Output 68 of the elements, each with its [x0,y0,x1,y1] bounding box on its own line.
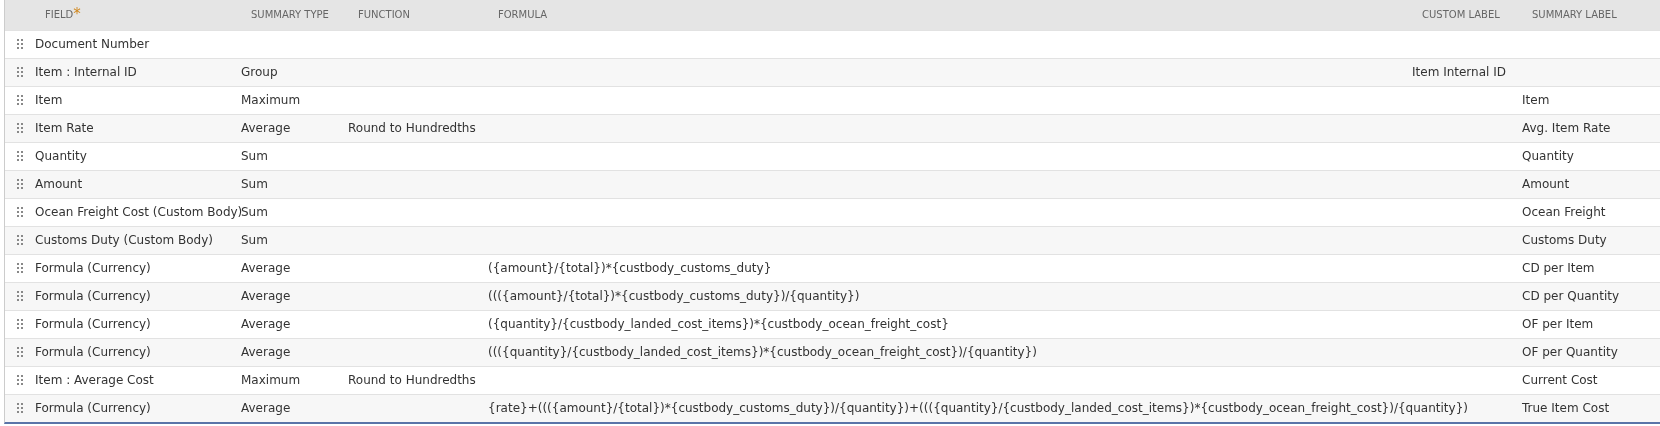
summary-label-cell: Avg. Item Rate [1522,121,1611,135]
summary-label-cell: OF per Quantity [1522,345,1618,359]
summary-label-cell: Amount [1522,177,1570,191]
summary-type-cell: Average [241,261,291,275]
drag-handle-icon[interactable] [17,179,23,189]
formula-cell: {rate}+((({amount}/{total})*{custbody_customs_duty})/{quantity})+((({quantity}/{custbody_landed_cost_items})*{custbody_ocean_freight_cost})/{quantity}) [488,401,1468,416]
field-cell: Quantity [35,149,87,163]
drag-handle-icon[interactable] [17,375,23,385]
summary-label-cell: Item [1522,93,1550,107]
drag-handle-icon[interactable] [17,319,23,329]
summary-type-cell: Maximum [241,93,301,107]
summary-type-cell: Average [241,401,291,416]
formula-cell: ((({amount}/{total})*{custbody_customs_duty})/{quantity}) [488,289,860,303]
summary-label-cell: True Item Cost [1522,401,1610,416]
drag-handle-icon[interactable] [17,95,23,105]
drag-handle-icon[interactable] [17,39,23,49]
summary-label-cell: Quantity [1522,149,1574,163]
field-cell: Customs Duty (Custom Body) [35,233,213,247]
drag-handle-icon[interactable] [17,67,23,77]
summary-label-cell: OF per Item [1522,317,1594,331]
formula-cell: ({amount}/{total})*{custbody_customs_duty} [488,261,772,275]
summary-type-cell: Group [241,65,278,79]
drag-handle-icon[interactable] [17,207,23,217]
summary-label-cell: Current Cost [1522,373,1598,387]
column-header: SUMMARY LABEL [1532,9,1617,21]
drag-handle-icon[interactable] [17,347,23,357]
summary-label-cell: Ocean Freight [1522,205,1606,219]
drag-handle-icon[interactable] [17,263,23,273]
field-cell: Item Rate [35,121,94,135]
summary-type-cell: Average [241,289,291,303]
field-cell: Formula (Currency) [35,317,151,331]
summary-type-cell: Average [241,121,291,135]
field-cell: Document Number [35,37,150,51]
formula-cell: ((({quantity}/{custbody_landed_cost_items})*{custbody_ocean_freight_cost})/{quantity}) [488,345,1037,359]
field-cell: Formula (Currency) [35,289,151,303]
column-header: FORMULA [498,9,548,21]
field-cell: Item : Internal ID [35,65,137,79]
drag-handle-icon[interactable] [17,235,23,245]
field-cell: Amount [35,177,83,191]
field-cell: Formula (Currency) [35,261,151,275]
drag-handle-icon[interactable] [17,291,23,301]
field-cell: Item : Average Cost [35,373,154,387]
column-header: FIELD [45,9,74,21]
column-header: CUSTOM LABEL [1422,9,1500,21]
field-cell: Ocean Freight Cost (Custom Body) [35,205,243,219]
summary-type-cell: Sum [241,205,268,219]
formula-cell: ({quantity}/{custbody_landed_cost_items})*{custbody_ocean_freight_cost} [488,317,949,331]
summary-label-cell: CD per Quantity [1522,289,1620,303]
column-header: FUNCTION [358,9,410,21]
field-cell: Item [35,93,63,107]
required-mark: * [73,5,81,24]
column-header: SUMMARY TYPE [251,9,329,21]
drag-handle-icon[interactable] [17,403,23,414]
summary-label-cell: CD per Item [1522,261,1595,275]
summary-type-cell: Average [241,345,291,359]
field-cell: Formula (Currency) [35,401,151,416]
summary-type-cell: Sum [241,149,268,163]
summary-type-cell: Maximum [241,373,301,387]
function-cell: Round to Hundredths [348,373,476,387]
drag-handle-icon[interactable] [17,123,23,133]
summary-type-cell: Sum [241,233,268,247]
summary-label-cell: Customs Duty [1522,233,1607,247]
custom-label-cell: Item Internal ID [1412,65,1506,79]
drag-handle-icon[interactable] [17,151,23,161]
summary-type-cell: Average [241,317,291,331]
function-cell: Round to Hundredths [348,121,476,135]
summary-type-cell: Sum [241,177,268,191]
field-cell: Formula (Currency) [35,345,151,359]
